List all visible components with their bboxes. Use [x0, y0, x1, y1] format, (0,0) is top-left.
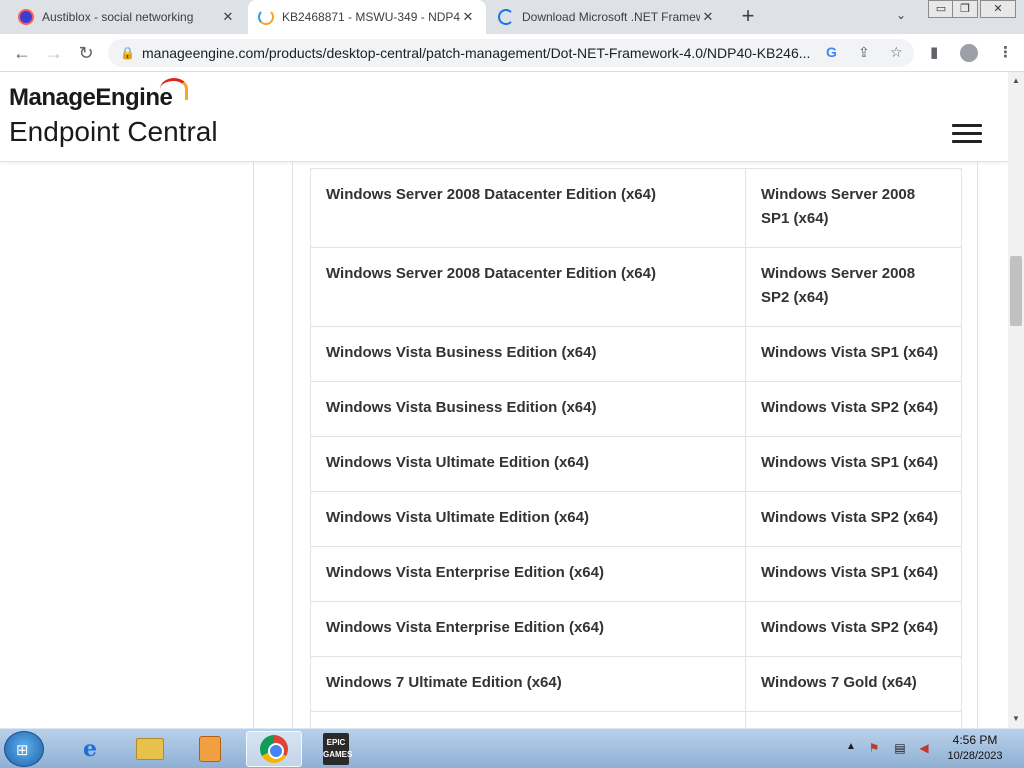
sidebar-divider [253, 162, 254, 728]
page-viewport: ManageEngine Endpoint Central Windows Se… [0, 72, 1008, 728]
product-cell: Windows Server 2008 Datacenter Edition (… [310, 247, 746, 327]
close-icon[interactable]: ✕ [460, 9, 476, 25]
browser-toolbar: ← → ↻ 🔒 manageengine.com/products/deskto… [0, 34, 1024, 72]
back-arrow-icon[interactable]: ← [10, 42, 34, 64]
table-row: Windows 7 Ultimate Edition (x64) Windows… [310, 656, 962, 712]
manageengine-logo[interactable]: ManageEngine [9, 84, 173, 112]
table-row: Windows Vista Ultimate Edition (x64) Win… [310, 491, 962, 547]
service-pack-cell: Windows 7 Gold (x64) [745, 656, 962, 712]
service-pack-cell: Windows Vista SP1 (x64) [745, 436, 962, 492]
internet-explorer-icon[interactable]: e [62, 731, 118, 767]
tab-title: Austiblox - social networking [42, 10, 194, 24]
service-pack-cell: Windows Vista SP2 (x64) [745, 381, 962, 437]
service-pack-cell: Windows Vista SP2 (x64) [745, 601, 962, 657]
lock-icon[interactable]: 🔒 [120, 46, 135, 60]
media-player-icon[interactable] [182, 731, 238, 767]
action-center-flag-icon[interactable]: ⚑ [866, 741, 882, 755]
tab-austiblox[interactable]: Austiblox - social networking ✕ [8, 0, 246, 34]
hamburger-menu-icon[interactable] [952, 124, 982, 144]
tab-kb2468871[interactable]: KB2468871 - MSWU-349 - NDP4 ✕ [248, 0, 486, 34]
browser-tab-strip: Austiblox - social networking ✕ KB246887… [0, 0, 1024, 34]
close-icon[interactable]: ✕ [220, 9, 236, 25]
product-cell: Windows Vista Business Edition (x64) [310, 381, 746, 437]
applicable-products-table: Windows Server 2008 Datacenter Edition (… [310, 168, 962, 728]
start-button[interactable]: ⊞ [4, 731, 44, 767]
product-cell [310, 711, 746, 728]
profile-avatar-icon[interactable] [960, 44, 978, 62]
tab-search-button[interactable]: ⌄ [896, 8, 906, 22]
austiblox-icon [18, 9, 34, 25]
share-icon[interactable]: ⇪ [858, 44, 870, 61]
service-pack-cell: Windows Server 2008 SP2 (x64) [745, 247, 962, 327]
chrome-icon[interactable] [246, 731, 302, 767]
page-scrollbar[interactable]: ▲ ▼ [1008, 72, 1024, 728]
network-icon[interactable]: ▤ [892, 741, 908, 755]
product-cell: Windows Vista Ultimate Edition (x64) [310, 436, 746, 492]
table-row [310, 711, 962, 728]
site-header: ManageEngine Endpoint Central [0, 72, 1008, 162]
close-icon[interactable]: ✕ [700, 9, 716, 25]
windows-logo-icon: ⊞ [16, 742, 29, 759]
windows-taskbar: ⊞ e EPIC GAMES ▲ ⚑ ▤ ◀ 4:56 PM 10/28/202… [0, 728, 1024, 768]
tab-download-dotnet[interactable]: Download Microsoft .NET Framew ✕ [488, 0, 726, 34]
show-hidden-icons-arrow[interactable]: ▲ [846, 741, 856, 752]
content-divider-right [977, 162, 978, 728]
logo-arc-icon [160, 78, 188, 100]
forward-arrow-icon[interactable]: → [42, 42, 66, 64]
minimize-button[interactable]: ▭ [928, 0, 954, 18]
close-window-button[interactable]: ✕ [980, 0, 1016, 18]
bookmark-star-icon[interactable]: ☆ [890, 44, 903, 61]
table-row: Windows Vista Business Edition (x64) Win… [310, 326, 962, 382]
maximize-button[interactable]: ❐ [952, 0, 978, 18]
table-row: Windows Vista Ultimate Edition (x64) Win… [310, 436, 962, 492]
table-row: Windows Vista Enterprise Edition (x64) W… [310, 546, 962, 602]
epic-games-icon[interactable]: EPIC GAMES [308, 731, 364, 767]
browser-menu-icon[interactable]: ⋮ [998, 43, 1013, 61]
service-pack-cell: Windows Vista SP1 (x64) [745, 326, 962, 382]
address-bar[interactable]: 🔒 manageengine.com/products/desktop-cent… [108, 39, 914, 67]
volume-muted-icon[interactable]: ◀ [916, 741, 932, 755]
product-cell: Windows 7 Ultimate Edition (x64) [310, 656, 746, 712]
product-cell: Windows Server 2008 Datacenter Edition (… [310, 168, 746, 248]
service-pack-cell: Windows Vista SP1 (x64) [745, 546, 962, 602]
tab-title: Download Microsoft .NET Framew [522, 10, 700, 24]
service-pack-cell: Windows Server 2008 SP1 (x64) [745, 168, 962, 248]
loading-icon [498, 9, 514, 25]
side-panel-icon[interactable]: ▮ [930, 43, 938, 61]
service-pack-cell [745, 711, 962, 728]
table-row: Windows Vista Enterprise Edition (x64) W… [310, 601, 962, 657]
service-pack-cell: Windows Vista SP2 (x64) [745, 491, 962, 547]
url-text[interactable]: manageengine.com/products/desktop-centra… [142, 45, 822, 61]
product-cell: Windows Vista Enterprise Edition (x64) [310, 601, 746, 657]
manageengine-icon [258, 9, 274, 25]
table-row: Windows Server 2008 Datacenter Edition (… [310, 247, 962, 327]
table-row: Windows Vista Business Edition (x64) Win… [310, 381, 962, 437]
product-cell: Windows Vista Enterprise Edition (x64) [310, 546, 746, 602]
content-divider [292, 162, 293, 728]
scrollbar-thumb[interactable] [1010, 256, 1022, 326]
file-explorer-icon[interactable] [122, 731, 178, 767]
product-title: Endpoint Central [9, 116, 218, 147]
system-clock[interactable]: 4:56 PM 10/28/2023 [940, 733, 1010, 762]
product-cell: Windows Vista Business Edition (x64) [310, 326, 746, 382]
table-row: Windows Server 2008 Datacenter Edition (… [310, 168, 962, 248]
clock-time: 4:56 PM [952, 733, 998, 747]
reload-icon[interactable]: ↻ [74, 42, 98, 64]
scroll-down-arrow-icon[interactable]: ▼ [1012, 714, 1020, 723]
new-tab-button[interactable]: + [736, 4, 760, 30]
clock-date: 10/28/2023 [947, 750, 1003, 762]
scroll-up-arrow-icon[interactable]: ▲ [1012, 76, 1020, 85]
product-cell: Windows Vista Ultimate Edition (x64) [310, 491, 746, 547]
google-translate-icon[interactable]: G [826, 44, 837, 60]
tab-title: KB2468871 - MSWU-349 - NDP4 [282, 10, 460, 24]
